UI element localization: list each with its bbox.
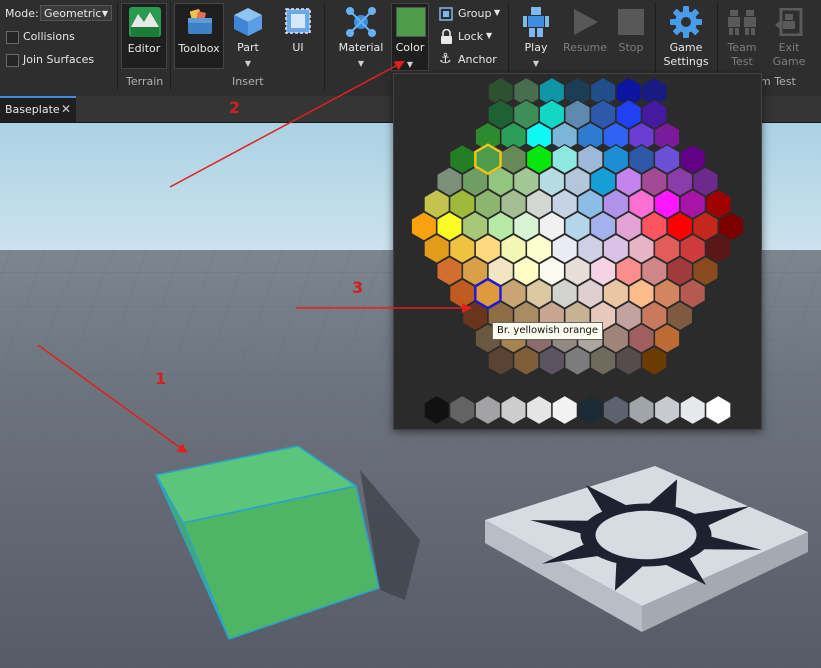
lock-label: Lock xyxy=(458,30,484,43)
group-button[interactable]: Group ▼ xyxy=(439,6,509,22)
mode-dropdown[interactable]: Geometric ▼ xyxy=(40,5,112,21)
exit-game-label: Exit Game xyxy=(772,41,806,68)
stop-button[interactable]: Stop xyxy=(610,3,652,69)
collisions-label: Collisions xyxy=(23,30,75,43)
team-test-group-label: m Test xyxy=(760,75,796,88)
team-test-label: Team Test xyxy=(727,41,757,68)
annotation-label-2: 2 xyxy=(229,98,241,117)
color-hex-swatch[interactable] xyxy=(577,394,604,426)
exit-game-icon xyxy=(775,8,803,36)
part-cube-icon xyxy=(234,8,262,36)
toolbox-button[interactable]: Toolbox xyxy=(174,3,224,69)
caret-down-icon: ▼ xyxy=(244,59,252,68)
color-tooltip: Br. yellowish orange xyxy=(492,322,604,340)
color-hex-swatch[interactable] xyxy=(423,394,450,426)
exit-game-button[interactable]: Exit Game xyxy=(766,3,812,69)
caret-down-icon: ▼ xyxy=(486,31,493,40)
editor-label: Editor xyxy=(127,42,161,55)
color-hex-swatch[interactable] xyxy=(513,345,540,376)
annotation-label-1: 1 xyxy=(155,369,167,388)
stop-label: Stop xyxy=(618,41,644,54)
color-hex-swatch[interactable] xyxy=(449,394,476,426)
chevron-down-icon: ▼ xyxy=(101,9,108,18)
game-settings-button[interactable]: Game Settings xyxy=(658,3,714,69)
lock-button[interactable]: Lock ▼ xyxy=(439,29,509,45)
color-swatch xyxy=(396,7,426,37)
terrain-icon xyxy=(129,7,161,37)
tab-baseplate[interactable]: Baseplate ✕ xyxy=(0,96,76,122)
ui-frame-icon xyxy=(285,8,311,34)
color-button[interactable]: Color ▼ xyxy=(391,3,429,71)
color-palette-popup xyxy=(393,73,762,430)
material-label: Material xyxy=(338,41,384,54)
stop-icon xyxy=(618,9,644,35)
color-hex-swatch[interactable] xyxy=(589,345,617,376)
material-button[interactable]: Material ▼ xyxy=(336,3,386,71)
play-avatar-icon xyxy=(523,7,549,37)
color-hex-swatch[interactable] xyxy=(628,394,655,426)
team-test-button[interactable]: Team Test xyxy=(720,3,764,69)
part-label: Part xyxy=(237,41,259,54)
color-hex-swatch[interactable] xyxy=(525,394,553,426)
color-hex-swatch[interactable] xyxy=(615,345,642,376)
resume-button[interactable]: Resume xyxy=(562,3,608,69)
color-hex-swatch[interactable] xyxy=(538,345,566,376)
play-label: Play xyxy=(524,41,548,54)
color-hex-swatch[interactable] xyxy=(500,394,527,426)
terrain-editor-button[interactable]: Editor xyxy=(121,3,167,69)
gear-icon xyxy=(670,6,702,38)
caret-down-icon: ▼ xyxy=(494,8,501,17)
tab-label: Baseplate xyxy=(5,103,60,116)
toolbox-label: Toolbox xyxy=(178,42,220,55)
ui-label: UI xyxy=(292,41,304,54)
anchor-button[interactable]: ⚓ Anchor xyxy=(439,51,509,68)
join-surfaces-checkbox[interactable] xyxy=(6,54,19,67)
caret-down-icon: ▼ xyxy=(532,59,540,68)
color-hex-swatch[interactable] xyxy=(705,394,732,426)
anchor-icon: ⚓ xyxy=(439,51,452,67)
team-test-icon xyxy=(728,10,756,35)
terrain-group-label: Terrain xyxy=(126,75,164,88)
part-button[interactable]: Part ▼ xyxy=(226,3,270,69)
tooltip-text: Br. yellowish orange xyxy=(497,325,599,336)
color-palette-grid xyxy=(410,76,745,426)
color-hex-swatch[interactable] xyxy=(653,394,681,426)
color-hex-swatch[interactable] xyxy=(602,394,630,426)
anchor-label: Anchor xyxy=(458,53,497,66)
group-icon xyxy=(439,7,453,21)
color-label: Color xyxy=(395,41,425,54)
resume-play-icon xyxy=(574,9,598,35)
color-hex-swatch[interactable] xyxy=(551,394,578,426)
color-hex-swatch[interactable] xyxy=(679,394,706,426)
ui-button[interactable]: UI xyxy=(276,3,320,69)
insert-group-label: Insert xyxy=(232,75,264,88)
color-hex-swatch[interactable] xyxy=(474,394,502,426)
color-hex-swatch[interactable] xyxy=(564,345,591,376)
mode-label: Mode: xyxy=(5,7,39,20)
material-icon xyxy=(346,7,376,37)
collisions-checkbox[interactable] xyxy=(6,31,19,44)
color-hex-swatch[interactable] xyxy=(487,345,514,376)
play-button[interactable]: Play ▼ xyxy=(514,3,558,71)
caret-down-icon: ▼ xyxy=(357,59,365,68)
group-label: Group xyxy=(458,7,492,20)
annotation-label-3: 3 xyxy=(352,278,364,297)
game-settings-label: Game Settings xyxy=(663,41,709,68)
close-icon[interactable]: ✕ xyxy=(61,102,71,116)
color-hex-swatch[interactable] xyxy=(641,345,668,376)
caret-down-icon: ▼ xyxy=(406,60,414,69)
lock-icon xyxy=(441,29,452,44)
join-surfaces-label: Join Surfaces xyxy=(23,53,95,66)
mode-value: Geometric xyxy=(44,7,102,20)
resume-label: Resume xyxy=(562,41,608,54)
toolbox-icon xyxy=(188,9,212,34)
